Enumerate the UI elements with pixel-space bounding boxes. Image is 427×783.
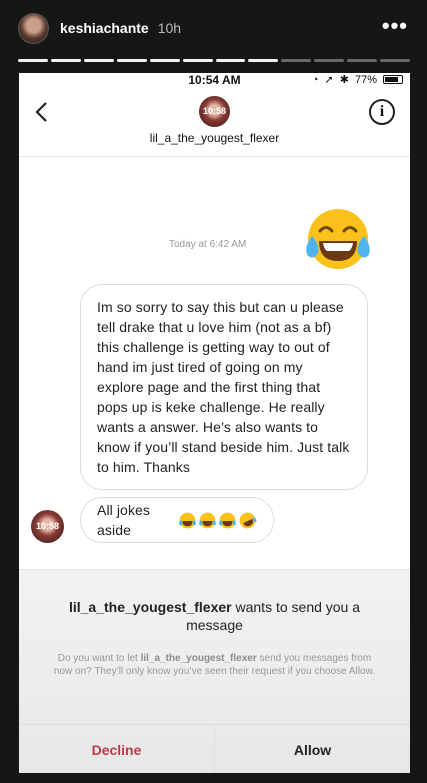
thread-avatar-text: 10:58 — [202, 106, 227, 116]
story-progress-bar — [18, 59, 411, 62]
story-username[interactable]: keshiachante — [60, 20, 149, 36]
request-body-user: lil_a_the_yougest_flexer — [140, 653, 257, 664]
progress-segment — [314, 59, 345, 62]
bluetooth-icon: ✱ — [339, 74, 349, 86]
progress-segment — [215, 59, 246, 62]
request-username: lil_a_the_yougest_flexer — [68, 599, 232, 615]
progress-segment — [83, 59, 114, 62]
message-bubble[interactable]: Im so sorry to say this but can u please… — [80, 284, 368, 490]
request-title: lil_a_the_yougest_flexer wants to send y… — [49, 598, 380, 634]
back-chevron-icon[interactable] — [33, 101, 49, 123]
progress-segment — [248, 59, 279, 62]
progress-segment — [18, 59, 48, 62]
face-with-tears-of-joy-icon — [179, 512, 196, 528]
message-text: Im so sorry to say this but can u please… — [97, 299, 350, 475]
status-icons: ◔ ➚ ✱ 77% — [312, 73, 403, 86]
face-with-tears-of-joy-icon — [306, 209, 370, 269]
battery-percent: 77% — [354, 73, 377, 86]
request-actions: Decline Allow — [19, 724, 410, 773]
progress-segment — [182, 59, 213, 62]
message-text: All jokes aside — [97, 502, 151, 538]
progress-segment — [380, 59, 411, 62]
story-time-ago: 10h — [157, 20, 182, 36]
progress-segment — [50, 59, 81, 62]
face-with-tears-of-joy-icon — [219, 512, 236, 528]
message-timestamp: Today at 6:42 AM — [169, 239, 247, 250]
thread-header: 10:58 lil_a_the_yougest_flexer i — [19, 87, 410, 157]
info-icon[interactable]: i — [369, 99, 395, 125]
dm-screenshot: 10:54 AM ◔ ➚ ✱ 77% 10:58 lil_a_the_youge… — [19, 73, 410, 773]
battery-icon — [383, 75, 403, 84]
rolling-on-floor-laughing-icon — [239, 512, 257, 528]
emoji-reactions — [178, 511, 257, 530]
story-avatar[interactable] — [18, 12, 49, 44]
sender-avatar[interactable]: 10:58 — [31, 510, 64, 543]
request-body-pre: Do you want to let — [57, 653, 141, 664]
progress-segment — [116, 59, 147, 62]
face-with-tears-of-joy-icon — [199, 512, 216, 528]
decline-button[interactable]: Decline — [19, 725, 215, 773]
message-bubble[interactable]: All jokes aside — [80, 497, 274, 543]
thread-avatar[interactable]: 10:58 — [199, 96, 230, 127]
sender-avatar-text: 10:58 — [35, 521, 60, 531]
message-request-panel: lil_a_the_yougest_flexer wants to send y… — [19, 569, 410, 773]
story-header: keshiachante 10h ••• — [18, 12, 410, 44]
request-description: Do you want to let lil_a_the_yougest_fle… — [49, 652, 380, 678]
progress-segment — [281, 59, 312, 62]
status-bar: 10:54 AM ◔ ➚ ✱ 77% — [19, 73, 410, 87]
allow-button[interactable]: Allow — [215, 725, 410, 773]
thread-username[interactable]: lil_a_the_yougest_flexer — [19, 131, 410, 145]
orientation-lock-icon: ◔ — [311, 73, 319, 86]
progress-segment — [347, 59, 378, 62]
location-arrow-icon: ➚ — [324, 74, 334, 86]
progress-segment — [149, 59, 180, 62]
more-horizontal-icon[interactable]: ••• — [382, 15, 408, 37]
